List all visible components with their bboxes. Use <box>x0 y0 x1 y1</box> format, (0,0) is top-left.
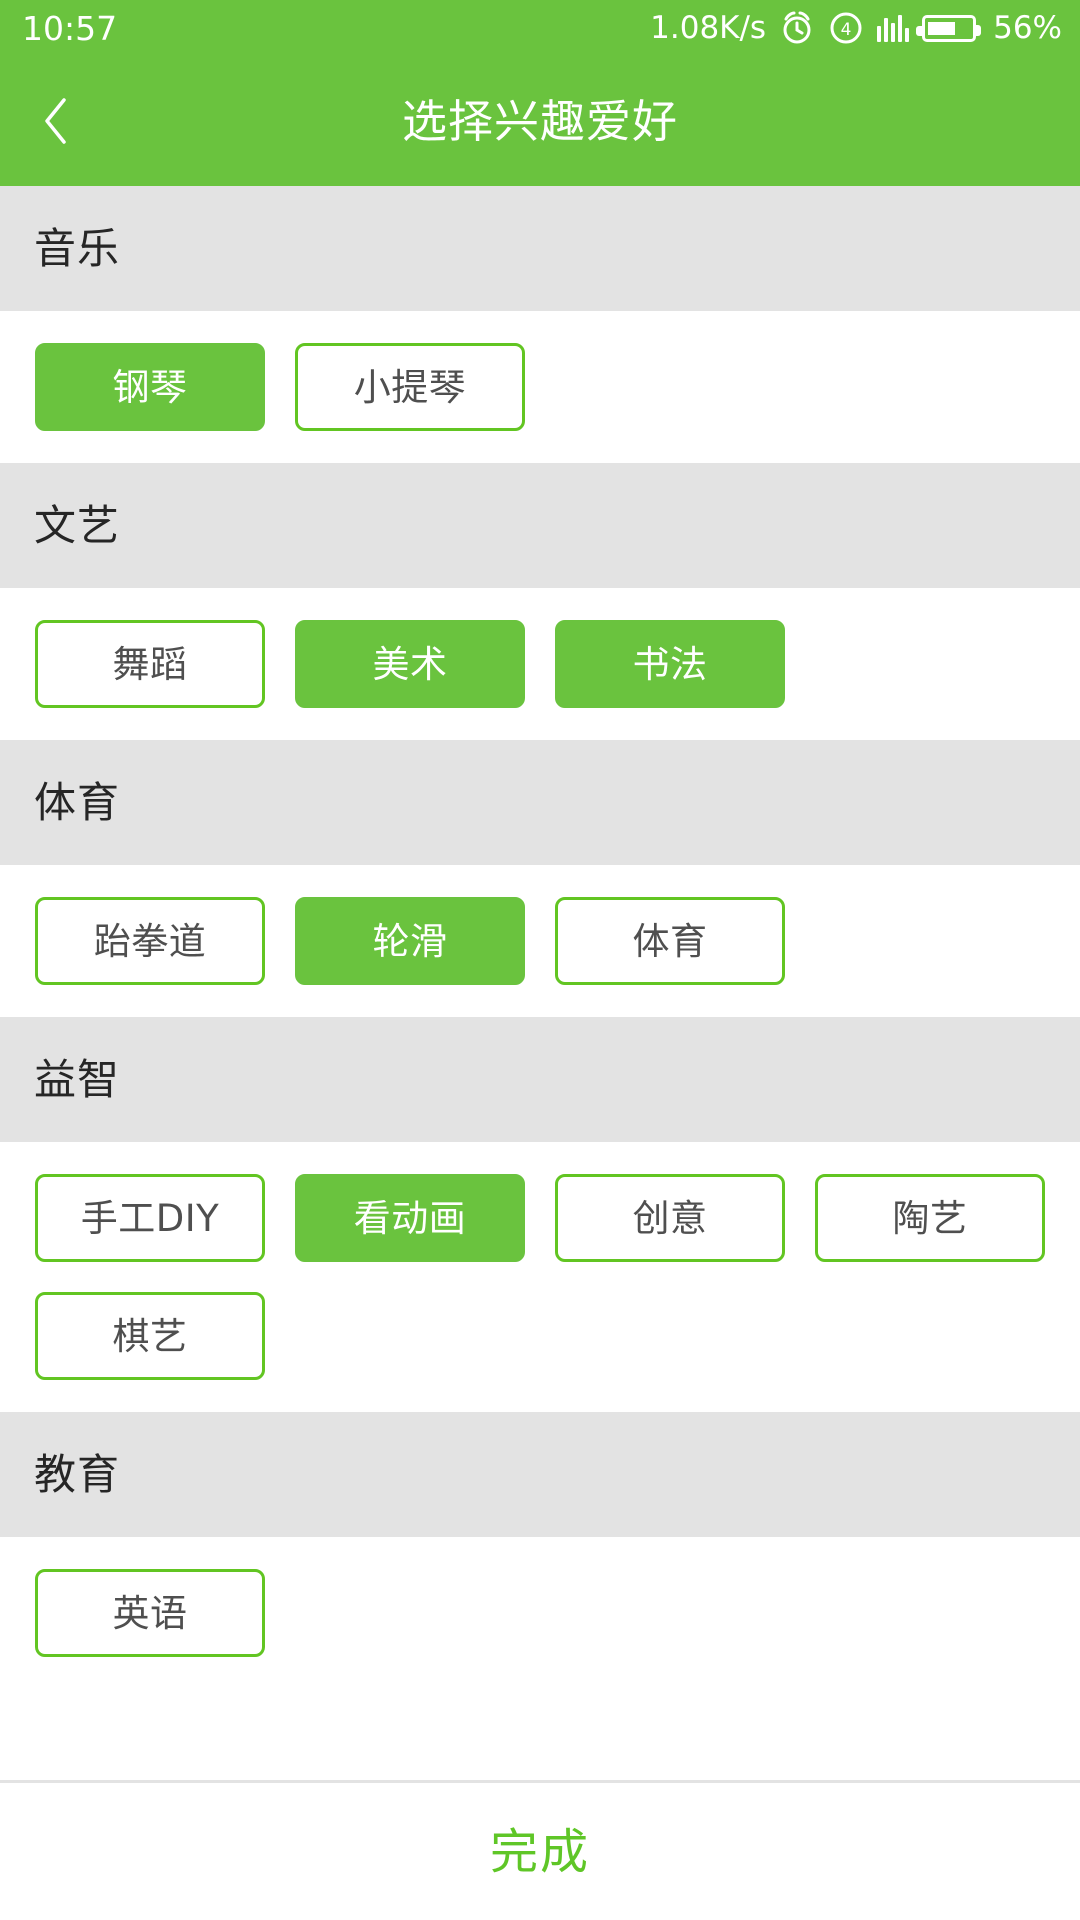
interest-chip-label: 看动画 <box>353 1196 467 1240</box>
network-speed-label: 1.08K/s <box>650 9 767 46</box>
section-title: 文艺 <box>34 500 121 550</box>
interest-chip[interactable]: 轮滑 <box>295 897 525 985</box>
do-not-disturb-4-icon: 4 <box>828 10 864 46</box>
interest-chip[interactable]: 小提琴 <box>295 343 525 431</box>
signal-bars-icon <box>877 14 910 42</box>
interest-list[interactable]: 音乐 钢琴 小提琴 文艺 舞蹈 美术 书法 体育 跆拳道 轮滑 体育 益智 手工DIY 看动画 创意 陶艺 棋艺… <box>0 186 1080 1780</box>
interest-chip-label: 体育 <box>632 919 708 963</box>
interest-chip-label: 轮滑 <box>372 919 448 963</box>
interest-chip-label: 小提琴 <box>353 365 467 409</box>
nav-bar: 选择兴趣爱好 <box>0 56 1080 186</box>
section-header: 体育 <box>0 740 1080 865</box>
interest-chip-label: 舞蹈 <box>112 642 188 686</box>
back-button[interactable] <box>0 56 110 186</box>
alarm-clock-icon <box>779 10 815 46</box>
interest-chip-label: 英语 <box>112 1591 188 1635</box>
done-button-label: 完成 <box>489 1823 590 1880</box>
interest-chip[interactable]: 舞蹈 <box>35 620 265 708</box>
done-button[interactable]: 完成 <box>0 1780 1080 1920</box>
chip-group: 钢琴 小提琴 <box>0 311 1080 463</box>
interest-chip-label: 钢琴 <box>112 365 188 409</box>
chevron-left-icon <box>42 97 68 145</box>
section-title: 教育 <box>34 1449 121 1499</box>
section-header: 音乐 <box>0 186 1080 311</box>
chip-group: 手工DIY 看动画 创意 陶艺棋艺 <box>0 1142 1080 1412</box>
battery-icon <box>916 14 982 42</box>
chip-group: 跆拳道 轮滑 体育 <box>0 865 1080 1017</box>
interest-chip-label: 跆拳道 <box>93 919 207 963</box>
interest-chip[interactable]: 棋艺 <box>35 1292 265 1380</box>
page-title: 选择兴趣爱好 <box>401 94 678 148</box>
status-bar-indicators: 1.08K/s 4 56% <box>650 10 1062 46</box>
section-header: 益智 <box>0 1017 1080 1142</box>
interest-chip[interactable]: 钢琴 <box>35 343 265 431</box>
svg-text:4: 4 <box>841 20 852 40</box>
phone-screen: 10:57 1.08K/s 4 56% 选择兴趣爱好 音乐 钢琴 小提琴 文艺 … <box>0 0 1080 1920</box>
interest-chip-label: 手工DIY <box>80 1196 220 1240</box>
interest-chip[interactable]: 美术 <box>295 620 525 708</box>
interest-chip[interactable]: 英语 <box>35 1569 265 1657</box>
interest-chip-label: 美术 <box>372 642 448 686</box>
interest-chip[interactable]: 看动画 <box>295 1174 525 1262</box>
status-bar: 10:57 1.08K/s 4 56% <box>0 0 1080 56</box>
interest-chip[interactable]: 创意 <box>555 1174 785 1262</box>
section-title: 益智 <box>34 1054 121 1104</box>
section-header: 文艺 <box>0 463 1080 588</box>
interest-chip[interactable]: 陶艺 <box>815 1174 1045 1262</box>
status-bar-clock: 10:57 <box>22 8 118 48</box>
interest-chip-label: 书法 <box>632 642 708 686</box>
interest-chip-label: 棋艺 <box>112 1314 188 1358</box>
interest-chip[interactable]: 跆拳道 <box>35 897 265 985</box>
section-title: 体育 <box>34 777 121 827</box>
section-title: 音乐 <box>34 223 121 273</box>
interest-chip[interactable]: 体育 <box>555 897 785 985</box>
interest-chip[interactable]: 手工DIY <box>35 1174 265 1262</box>
battery-percent-label: 56% <box>993 9 1062 46</box>
chip-group: 舞蹈 美术 书法 <box>0 588 1080 740</box>
interest-chip[interactable]: 书法 <box>555 620 785 708</box>
section-header: 教育 <box>0 1412 1080 1537</box>
chip-group: 英语 <box>0 1537 1080 1689</box>
interest-chip-label: 陶艺 <box>892 1196 968 1240</box>
interest-chip-label: 创意 <box>632 1196 708 1240</box>
